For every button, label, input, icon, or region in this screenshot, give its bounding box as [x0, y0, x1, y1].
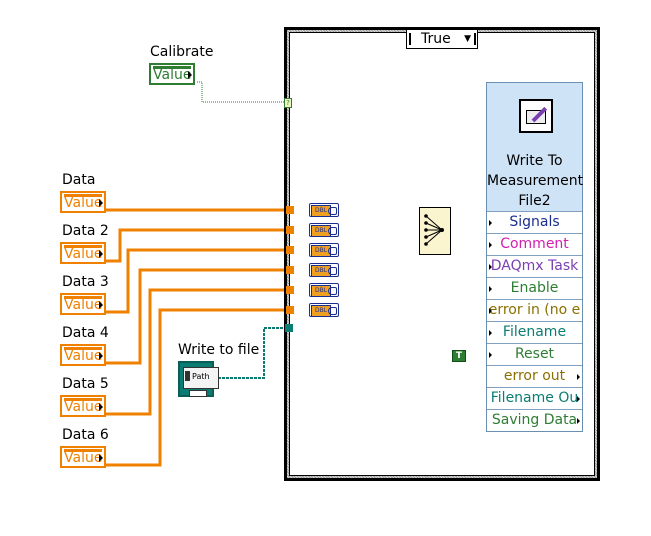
data-6-value: Value — [64, 450, 103, 466]
terminal-label: Filename — [502, 324, 567, 340]
terminal-error-out[interactable]: error out — [487, 365, 582, 388]
case-selector-terminal[interactable]: ? — [284, 98, 292, 108]
express-vi-header: Write To Measurement File2 — [487, 83, 584, 212]
terminal-error-in[interactable]: error in (no e — [487, 299, 582, 322]
merge-icon — [424, 214, 444, 246]
path-text: Path — [192, 372, 210, 381]
terminal-label: Reset — [514, 346, 555, 362]
calibrate-label: Calibrate — [150, 44, 214, 60]
terminal-comment[interactable]: Comment — [487, 233, 582, 256]
calibrate-control[interactable]: Value — [149, 63, 195, 85]
input-tunnel[interactable] — [286, 206, 294, 214]
data-3-label: Data 3 — [62, 274, 109, 290]
output-arrow-icon — [99, 403, 103, 411]
data-4-value: Value — [64, 348, 103, 364]
data-2-value: Value — [64, 246, 103, 262]
input-tunnel[interactable] — [286, 246, 294, 254]
terminal-label: DAQmx Task — [490, 258, 579, 274]
data-5-label: Data 5 — [62, 376, 109, 392]
terminal-enable[interactable]: Enable — [487, 277, 582, 300]
dynamic-data-icon — [328, 287, 337, 295]
dynamic-data-icon — [328, 267, 337, 275]
write-to-measurement-file-vi[interactable]: Write To Measurement File2 Signals Comme… — [486, 82, 583, 432]
express-vi-title: Write To Measurement File2 — [487, 153, 584, 209]
output-arrow-icon — [188, 71, 192, 79]
terminal-label: error in (no e — [488, 302, 581, 318]
output-arrow-icon — [99, 301, 103, 309]
write-to-file-label: Write to file — [178, 342, 260, 358]
increment-case-arrow[interactable] — [471, 33, 476, 45]
output-arrow-icon — [99, 352, 103, 360]
input-tunnel[interactable] — [286, 286, 294, 294]
convert-to-dynamic-data-node[interactable]: DBL — [309, 303, 339, 317]
data-5-value: Value — [64, 399, 103, 415]
path-tunnel[interactable] — [285, 324, 293, 332]
case-selector[interactable]: True ▼ — [406, 29, 478, 49]
dynamic-data-icon — [328, 227, 337, 235]
dynamic-data-icon — [328, 247, 337, 255]
data-6-control[interactable]: Value — [60, 446, 106, 468]
input-tunnel[interactable] — [286, 226, 294, 234]
terminal-label: Filename Ou — [490, 390, 579, 406]
data-label: Data — [62, 172, 96, 188]
output-arrow-icon — [99, 454, 103, 462]
numeric-wires — [106, 208, 286, 467]
terminal-filename[interactable]: Filename — [487, 321, 582, 344]
calibrate-value: Value — [153, 67, 192, 83]
chevron-down-icon[interactable]: ▼ — [464, 30, 471, 48]
data-control[interactable]: Value — [60, 191, 106, 213]
terminal-signals[interactable]: Signals — [487, 211, 582, 234]
input-tunnel[interactable] — [286, 306, 294, 314]
data-3-value: Value — [64, 297, 103, 313]
output-arrow-icon — [99, 199, 103, 207]
dynamic-data-icon — [328, 207, 337, 215]
path-knob-icon — [185, 371, 190, 381]
path-foot-icon — [189, 390, 207, 397]
data-6-label: Data 6 — [62, 427, 109, 443]
data-4-control[interactable]: Value — [60, 344, 106, 366]
output-arrow-icon — [99, 250, 103, 258]
true-constant[interactable]: T — [452, 350, 466, 362]
terminal-daqmx-task[interactable]: DAQmx Task — [487, 255, 582, 278]
convert-to-dynamic-data-node[interactable]: DBL — [309, 223, 339, 237]
convert-to-dynamic-data-node[interactable]: DBL — [309, 263, 339, 277]
convert-to-dynamic-data-node[interactable]: DBL — [309, 203, 339, 217]
data-2-control[interactable]: Value — [60, 242, 106, 264]
dynamic-data-icon — [328, 307, 337, 315]
convert-to-dynamic-data-node[interactable]: DBL — [309, 283, 339, 297]
terminal-label: Enable — [510, 280, 559, 296]
terminal-label: Saving Data — [491, 412, 578, 428]
merge-signals-node[interactable] — [419, 207, 451, 255]
data-2-label: Data 2 — [62, 223, 109, 239]
data-value: Value — [64, 195, 103, 211]
data-4-label: Data 4 — [62, 325, 109, 341]
terminal-label: Comment — [500, 236, 569, 252]
terminal-filename-out[interactable]: Filename Ou — [487, 387, 582, 410]
case-selector-value: True — [421, 31, 451, 47]
data-3-control[interactable]: Value — [60, 293, 106, 315]
convert-to-dynamic-data-node[interactable]: DBL — [309, 243, 339, 257]
input-tunnel[interactable] — [286, 266, 294, 274]
terminal-reset[interactable]: Reset — [487, 343, 582, 366]
terminal-saving-data[interactable]: Saving Data — [487, 409, 582, 432]
calibrate-wire — [197, 81, 286, 103]
data-5-control[interactable]: Value — [60, 395, 106, 417]
decrement-case-arrow[interactable] — [409, 33, 414, 45]
terminal-label: Signals — [509, 214, 560, 230]
terminal-label: error out — [503, 368, 566, 384]
write-file-icon — [519, 99, 553, 133]
write-to-file-control[interactable]: Path — [178, 361, 219, 397]
